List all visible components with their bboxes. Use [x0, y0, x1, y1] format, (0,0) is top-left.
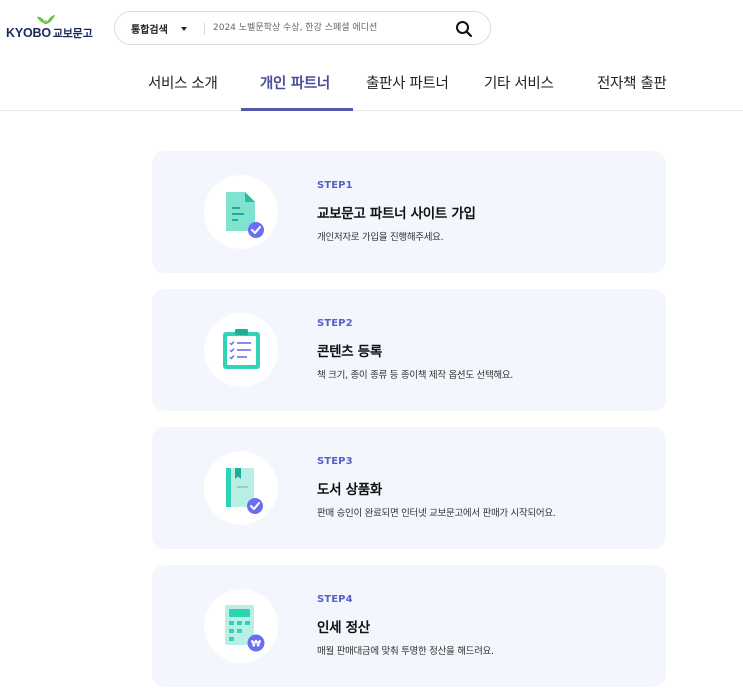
search-button[interactable]	[453, 18, 475, 40]
step-description: 매월 판매대금에 맞춰 투명한 정산을 해드려요.	[317, 646, 494, 657]
main-nav: 서비스 소개 개인 파트너 출판사 파트너 기타 서비스 전자책 출판	[0, 56, 743, 111]
nav-tab-personal-partner[interactable]: 개인 파트너	[260, 72, 330, 93]
search-input[interactable]	[213, 18, 443, 38]
step-card: STEP2 콘텐츠 등록 책 크기, 종이 종류 등 종이책 제작 옵션도 선택…	[152, 289, 666, 411]
search-divider	[204, 23, 205, 35]
svg-text:₩: ₩	[251, 640, 261, 650]
step-description: 책 크기, 종이 종류 등 종이책 제작 옵션도 선택해요.	[317, 370, 513, 381]
caret-down-icon[interactable]	[181, 27, 187, 31]
leaf-logo-icon	[37, 15, 55, 24]
search-icon	[456, 21, 473, 38]
step-label: STEP1	[317, 180, 353, 191]
step-description: 개인저자로 가입을 진행해주세요.	[317, 232, 444, 243]
step-title: 도서 상품화	[317, 482, 382, 498]
nav-tab-ebook-publishing[interactable]: 전자책 출판	[597, 72, 667, 93]
clipboard-list-icon	[223, 329, 260, 369]
step-icon-wrap	[204, 451, 278, 525]
document-check-icon	[226, 192, 264, 238]
step-title: 콘텐츠 등록	[317, 344, 382, 360]
logo-text-en: KYOBO	[6, 26, 51, 40]
step-icon-wrap: ₩	[204, 589, 278, 663]
logo-text-ko: 교보문고	[52, 28, 93, 40]
logo-text: KYOBO 교보문고	[6, 25, 93, 41]
step-icon-wrap	[204, 313, 278, 387]
nav-tab-service-intro[interactable]: 서비스 소개	[148, 72, 218, 93]
calculator-won-icon: ₩	[225, 605, 265, 652]
step-title: 인세 정산	[317, 620, 370, 636]
site-header: KYOBO 교보문고 통합검색	[0, 0, 743, 56]
kyobo-logo[interactable]: KYOBO 교보문고	[6, 13, 100, 43]
nav-tab-other-services[interactable]: 기타 서비스	[484, 72, 554, 93]
search-category-select[interactable]: 통합검색	[131, 21, 168, 36]
step-card: STEP3 도서 상품화 판매 승인이 완료되면 인터넷 교보문고에서 판매가 …	[152, 427, 666, 549]
search-bar: 통합검색	[114, 11, 491, 45]
step-description: 판매 승인이 완료되면 인터넷 교보문고에서 판매가 시작되어요.	[317, 508, 556, 519]
nav-tab-publisher-partner[interactable]: 출판사 파트너	[366, 72, 449, 93]
step-icon-wrap	[204, 175, 278, 249]
step-label: STEP4	[317, 594, 353, 605]
book-check-icon	[226, 468, 263, 514]
step-label: STEP3	[317, 456, 353, 467]
step-label: STEP2	[317, 318, 353, 329]
step-card: STEP1 교보문고 파트너 사이트 가입 개인저자로 가입을 진행해주세요.	[152, 151, 666, 273]
step-title: 교보문고 파트너 사이트 가입	[317, 206, 476, 222]
step-card: ₩ STEP4 인세 정산 매월 판매대금에 맞춰 투명한 정산을 해드려요.	[152, 565, 666, 687]
active-tab-indicator	[241, 108, 353, 111]
